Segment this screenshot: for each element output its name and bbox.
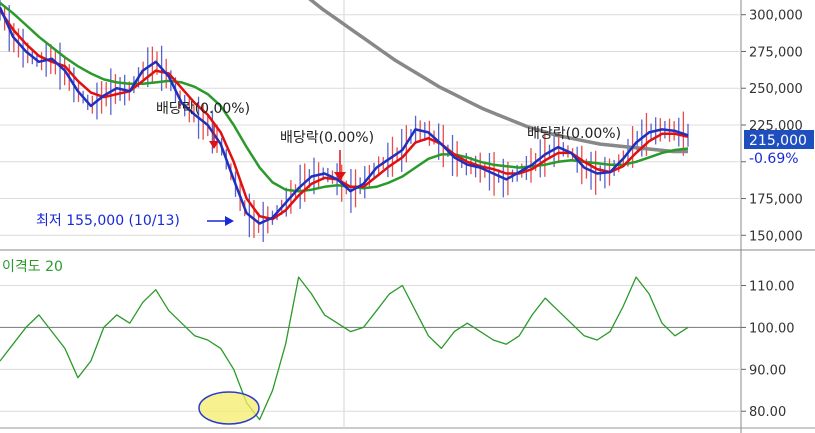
- y-tick-label: 110.00: [749, 280, 795, 295]
- dividend-label-3: 배당락(0.00%): [527, 126, 621, 142]
- stock-chart: 300,000275,000250,000225,000175,000150,0…: [0, 0, 815, 433]
- low-disparity-highlight: [198, 391, 260, 425]
- low-price-label: 최저 155,000 (10/13): [36, 213, 180, 229]
- change-label: -0.69%: [749, 151, 799, 167]
- y-tick-label: 100.00: [749, 321, 795, 336]
- dividend-label-2: 배당락(0.00%): [280, 130, 374, 146]
- chart-container: 300,000 275,000 250,000 225,000 175,000 150,0…: [0, 0, 815, 433]
- disparity-title: 이격도 20: [2, 259, 63, 275]
- y-tick-label: 275,000: [749, 45, 803, 60]
- y-tick-label: 80.00: [749, 405, 786, 420]
- y-tick-label: 150,000: [749, 229, 803, 244]
- y-tick-label: 90.00: [749, 363, 786, 378]
- dividend-label-1: 배당락(0.00%): [156, 101, 250, 117]
- y-tick-label: 175,000: [749, 193, 803, 208]
- y-tick-label: 300,000: [749, 9, 803, 24]
- y-tick-label: 250,000: [749, 82, 803, 97]
- current-price-label: 215,000: [749, 133, 807, 149]
